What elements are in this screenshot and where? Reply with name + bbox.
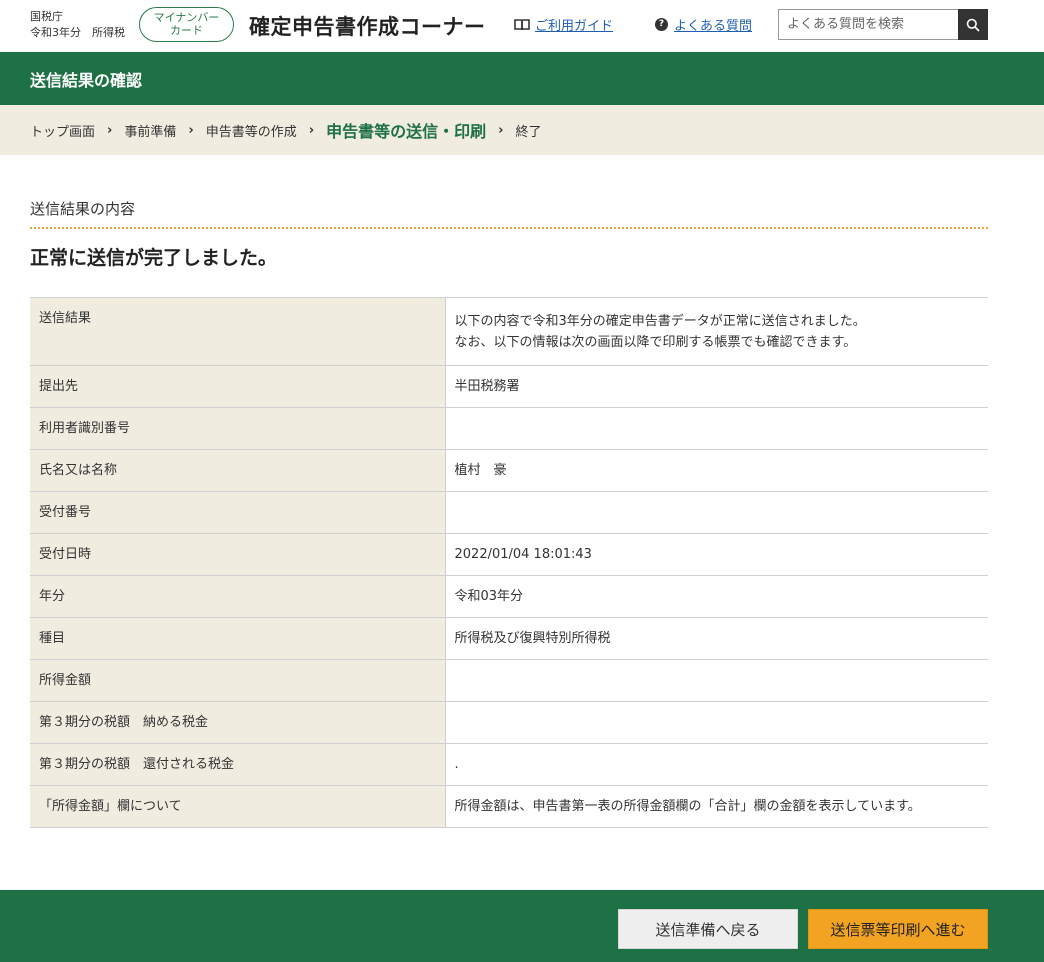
row-label: 受付日時 [30,533,446,576]
row-value: 2022/01/04 18:01:43 [445,533,988,576]
book-icon [514,19,530,31]
row-value: 令和03年分 [445,575,988,618]
table-row: 「所得金額」欄について 所得金額は、申告書第一表の所得金額欄の「合計」欄の金額を… [30,785,988,828]
row-value: 所得金額は、申告書第一表の所得金額欄の「合計」欄の金額を表示しています。 [445,785,988,828]
row-label: 氏名又は名称 [30,449,446,492]
row-value-line: 以下の内容で令和3年分の確定申告書データが正常に送信されました。 [454,314,866,329]
section-divider [30,227,988,229]
row-value: 所得税及び復興特別所得税 [445,617,988,660]
faq-search-input[interactable] [778,9,958,40]
page-title-bar: 送信結果の確認 [0,52,1044,105]
site-title[interactable]: 確定申告書作成コーナー [249,11,486,41]
footer-action-bar: 送信準備へ戻る 送信票等印刷へ進む [0,890,1044,962]
back-to-send-prep-button[interactable]: 送信準備へ戻る [618,909,798,949]
row-value: 以下の内容で令和3年分の確定申告書データが正常に送信されました。 なお、以下の情… [445,297,988,366]
table-row: 年分 令和03年分 [30,575,988,618]
chevron-right-icon: › [107,122,113,138]
row-label: 利用者識別番号 [30,407,446,450]
table-row: 受付日時 2022/01/04 18:01:43 [30,533,988,576]
site-header: 国税庁 令和3年分 所得税 マイナンバー カード 確定申告書作成コーナー ご利用… [0,0,1044,52]
breadcrumb-step-send-print: 申告書等の送信・印刷 [326,122,487,141]
user-guide-link[interactable]: ご利用ガイド [514,15,613,34]
search-icon [966,18,980,32]
table-row: 所得金額 [30,659,988,702]
faq-label: よくある質問 [674,19,753,34]
mynumber-badge-line2: カード [170,24,203,37]
row-value: 植村 豪 [445,449,988,492]
row-label: 所得金額 [30,659,446,702]
tax-year-label: 令和3年分 所得税 [30,26,125,39]
faq-link[interactable]: ? よくある質問 [655,15,752,34]
result-table: 送信結果 以下の内容で令和3年分の確定申告書データが正常に送信されました。 なお… [30,297,988,828]
result-heading: 正常に送信が完了しました。 [30,247,278,269]
table-row: 種目 所得税及び復興特別所得税 [30,617,988,660]
table-row: 受付番号 [30,491,988,534]
row-value [445,407,988,450]
table-row: 送信結果 以下の内容で令和3年分の確定申告書データが正常に送信されました。 なお… [30,297,988,366]
row-value [445,659,988,702]
table-row: 第３期分の税額 還付される税金 . [30,743,988,786]
row-label: 送信結果 [30,297,446,366]
row-label: 年分 [30,575,446,618]
row-value [445,701,988,744]
table-row: 提出先 半田税務署 [30,365,988,408]
breadcrumb: トップ画面 › 事前準備 › 申告書等の作成 › 申告書等の送信・印刷 › 終了 [0,105,1044,155]
row-label: 種目 [30,617,446,660]
row-label: 受付番号 [30,491,446,534]
row-value-line: なお、以下の情報は次の画面以降で印刷する帳票でも確認できます。 [454,335,857,350]
row-label: 「所得金額」欄について [30,785,446,828]
table-row: 第３期分の税額 納める税金 [30,701,988,744]
breadcrumb-step-create: 申告書等の作成 [205,124,297,140]
user-guide-label: ご利用ガイド [535,19,614,34]
breadcrumb-step-preparation: 事前準備 [124,124,177,140]
chevron-right-icon: › [188,122,194,138]
page-title: 送信結果の確認 [30,71,143,90]
proceed-to-print-button[interactable]: 送信票等印刷へ進む [808,909,988,949]
chevron-right-icon: › [498,122,504,138]
mynumber-badge-line1: マイナンバー [153,11,220,24]
breadcrumb-step-top: トップ画面 [30,124,96,140]
row-label: 第３期分の税額 還付される税金 [30,743,446,786]
agency-info: 国税庁 令和3年分 所得税 [30,9,125,41]
agency-name: 国税庁 [30,10,63,23]
table-row: 利用者識別番号 [30,407,988,450]
table-row: 氏名又は名称 植村 豪 [30,449,988,492]
row-value: . [445,743,988,786]
question-icon: ? [655,18,668,31]
row-value [445,491,988,534]
mynumber-card-badge: マイナンバー カード [139,7,234,42]
row-label: 提出先 [30,365,446,408]
section-label: 送信結果の内容 [30,200,136,218]
row-value: 半田税務署 [445,365,988,408]
search-button[interactable] [958,9,988,40]
chevron-right-icon: › [308,122,315,138]
row-label: 第３期分の税額 納める税金 [30,701,446,744]
breadcrumb-step-finish: 終了 [515,124,542,140]
